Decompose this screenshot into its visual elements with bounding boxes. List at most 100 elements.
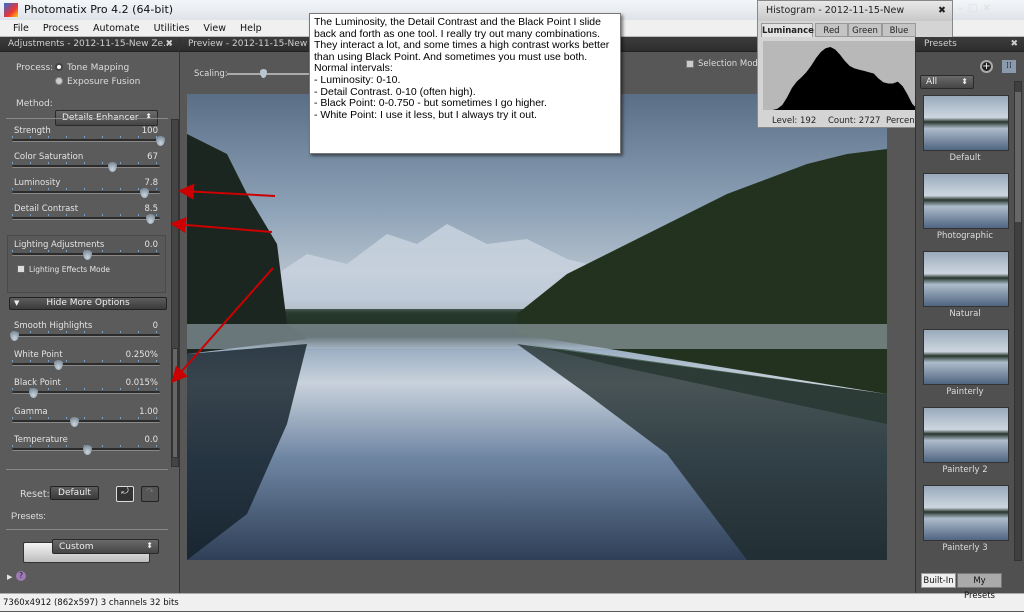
slider-label: Gamma [14, 406, 48, 417]
slider-thumb[interactable] [145, 214, 155, 224]
level-text: Level: 192 [772, 116, 817, 126]
slider-ticks [12, 136, 160, 138]
menu-help[interactable]: Help [233, 20, 269, 36]
presets-header: Presets ✖ [916, 37, 1024, 52]
slider-track[interactable] [12, 191, 160, 194]
divider [6, 529, 168, 530]
slider-track[interactable] [12, 139, 160, 142]
slider-value: 8.5 [144, 204, 158, 214]
close-icon[interactable]: ✖ [938, 1, 946, 21]
slider-thumb[interactable] [107, 162, 117, 172]
slider-color-saturation[interactable]: Color Saturation 67 [12, 152, 162, 178]
slider-thumb[interactable] [53, 359, 63, 370]
add-preset-icon[interactable]: + [980, 60, 993, 73]
scrollbar[interactable] [171, 119, 179, 467]
presets-select-value: Custom [59, 542, 94, 552]
adjustments-header: Adjustments - 2012-11-15-New Ze... ✖ [0, 37, 179, 52]
preset-thumbnail[interactable] [923, 173, 1009, 229]
count-text: Count: 2727 [828, 116, 881, 126]
lighting-effects-checkbox[interactable] [17, 265, 25, 273]
menu-utilities[interactable]: Utilities [147, 20, 197, 36]
tab-blue[interactable]: Blue [882, 23, 916, 37]
menu-file[interactable]: File [6, 20, 36, 36]
preset-thumbnail[interactable] [923, 251, 1009, 307]
slider-label: Color Saturation [14, 152, 84, 162]
slider-thumb[interactable] [28, 388, 38, 398]
tab-luminance[interactable]: Luminance [761, 23, 814, 37]
redo-button[interactable]: ↷ [141, 486, 159, 502]
preset-thumbnail[interactable] [923, 407, 1009, 463]
maximize-icon[interactable]: □ [968, 3, 982, 14]
slider-ticks [12, 162, 160, 164]
slider-thumb[interactable] [10, 331, 19, 341]
tab-built-in[interactable]: Built-In [921, 573, 956, 588]
close-icon[interactable]: ✖ [1010, 37, 1018, 52]
undo-button[interactable]: ⤾ [116, 486, 134, 502]
slider-track[interactable] [12, 362, 160, 366]
expand-icon[interactable]: ▶ [7, 573, 12, 581]
preset-thumbnail[interactable] [923, 95, 1009, 151]
menu-process[interactable]: Process [36, 20, 86, 36]
minimize-icon[interactable]: – [958, 3, 968, 14]
slider-track[interactable] [12, 165, 160, 168]
selection-mode-checkbox[interactable] [686, 60, 694, 68]
slider-value: 1.00 [139, 406, 158, 417]
presets-scrollbar[interactable] [1014, 81, 1022, 561]
scaling-label: Scaling: [194, 69, 228, 79]
radio-tone-mapping[interactable]: Tone Mapping [55, 63, 129, 73]
hide-more-options-button[interactable]: ▼ Hide More Options [9, 297, 167, 310]
slider-thumb[interactable] [69, 416, 79, 427]
slider-lighting-adjustments[interactable]: Lighting Adjustments 0.0 [12, 240, 162, 266]
close-icon[interactable]: ✖ [165, 37, 173, 52]
slider-value: 0.015% [125, 378, 158, 388]
slider-strength[interactable]: Strength 100 [12, 126, 165, 152]
app-icon [4, 3, 18, 17]
scaling-slider[interactable] [227, 69, 317, 78]
radio-exposure-fusion[interactable]: Exposure Fusion [55, 77, 140, 87]
slider-label: Lighting Adjustments [14, 240, 105, 250]
tab-green[interactable]: Green [848, 23, 882, 37]
preview-image[interactable] [187, 94, 887, 560]
preset-label: Natural [949, 309, 981, 319]
preset-thumbnail[interactable] [923, 485, 1009, 541]
slider-track[interactable] [12, 334, 160, 337]
preset-thumbnail[interactable] [923, 329, 1009, 385]
slider-thumb[interactable] [83, 250, 92, 260]
slider-white-point[interactable]: White Point 0.250% [12, 350, 162, 376]
slider-value: 0 [152, 321, 158, 331]
window-controls: –□✕ [958, 3, 996, 14]
slider-luminosity[interactable]: Luminosity 7.8 [12, 178, 162, 204]
status-bar: 7360x4912 (862x597) 3 channels 32 bits [0, 593, 1024, 611]
slider-track[interactable] [12, 217, 160, 220]
slider-thumb[interactable] [139, 188, 149, 198]
grid-view-icon[interactable]: ⁞⁞ [1002, 60, 1016, 73]
menu-automate[interactable]: Automate [86, 20, 147, 36]
slider-thumb[interactable] [83, 445, 92, 455]
slider-gamma[interactable]: Gamma 1.00 [12, 407, 162, 433]
tab-red[interactable]: Red [815, 23, 848, 37]
preset-label: Default [949, 153, 981, 163]
landscape-photo [187, 134, 887, 560]
menu-view[interactable]: View [196, 20, 233, 36]
slider-value: 67 [147, 152, 158, 162]
radio-label: Tone Mapping [67, 63, 130, 73]
slider-value: 7.8 [144, 178, 158, 188]
presets-filter-select[interactable]: All [920, 75, 974, 89]
tab-my-presets[interactable]: My Presets [957, 573, 1002, 601]
scroll-thumb[interactable] [1015, 92, 1021, 222]
slider-temperature[interactable]: Temperature 0.0 [12, 435, 162, 461]
slider-track[interactable] [12, 419, 160, 423]
slider-smooth-highlights[interactable]: Smooth Highlights 0 [10, 321, 162, 347]
reset-label: Reset: [20, 489, 50, 500]
slider-thumb[interactable] [156, 136, 165, 146]
scroll-thumb[interactable] [172, 348, 178, 458]
slider-detail-contrast[interactable]: Detail Contrast 8.5 [12, 204, 162, 230]
slider-thumb[interactable] [260, 69, 267, 78]
presets-select[interactable]: Custom [52, 539, 159, 554]
status-text: 7360x4912 (862x597) 3 channels 32 bits [3, 598, 179, 608]
default-button[interactable]: Default [50, 486, 99, 500]
slider-black-point[interactable]: Black Point 0.015% [12, 378, 162, 404]
close-window-icon[interactable]: ✕ [982, 3, 995, 14]
presets-label: Presets: [11, 511, 46, 522]
help-icon[interactable]: ? [16, 571, 26, 581]
